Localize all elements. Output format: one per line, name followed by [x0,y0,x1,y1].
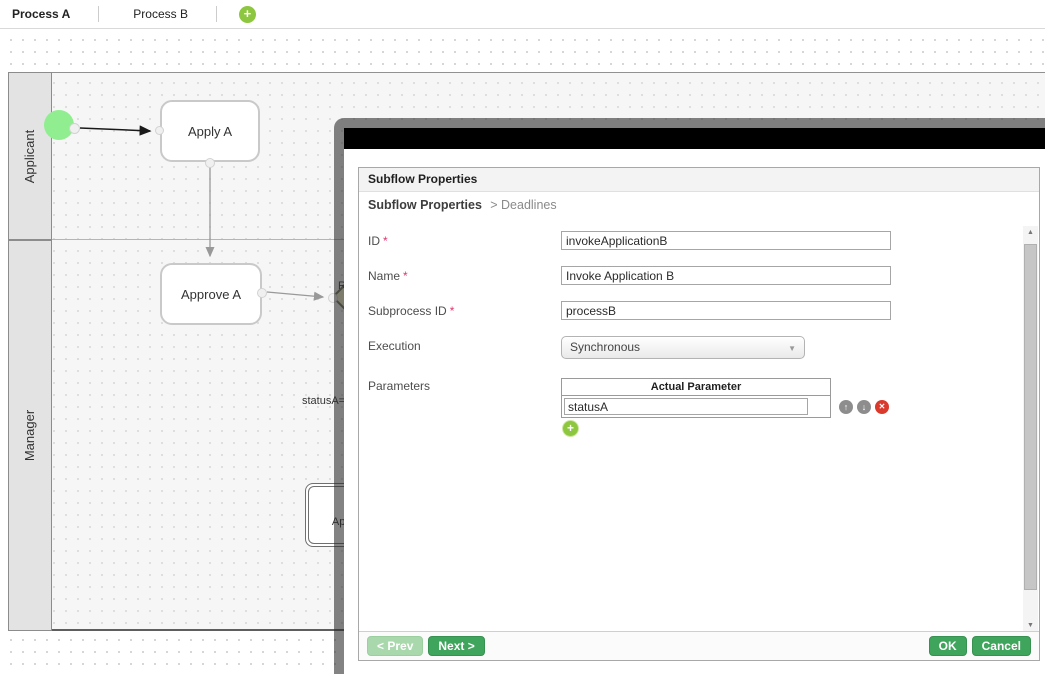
parameter-row-actions: ↑ ↓ ✕ [839,400,889,414]
connection-port[interactable] [205,158,215,168]
process-tab-bar: Process A Process B + [0,0,1045,29]
connection-port[interactable] [155,126,164,135]
add-process-button[interactable]: + [239,6,256,23]
prev-button[interactable]: < Prev [367,636,423,656]
execution-label: Execution [368,339,421,353]
ok-button[interactable]: OK [929,636,967,656]
parameters-table-header: Actual Parameter [562,379,830,396]
dropdown-arrow-icon: ▼ [788,338,796,359]
task-label: Approve A [181,287,241,302]
cancel-button[interactable]: Cancel [972,636,1031,656]
required-marker: * [450,304,455,318]
dialog-footer: < Prev Next > OK Cancel [359,631,1039,660]
required-marker: * [403,269,408,283]
move-up-icon[interactable]: ↑ [839,400,853,414]
task-label: Apply A [188,124,232,139]
parameter-row [562,396,830,417]
scroll-up-icon[interactable]: ▲ [1023,226,1038,240]
subflow-properties-panel: Subflow Properties Subflow Properties > … [358,167,1040,661]
delete-icon[interactable]: ✕ [875,400,889,414]
task-apply-a[interactable]: Apply A [160,100,260,162]
breadcrumb: Subflow Properties > Deadlines [359,192,1039,219]
lane-header-manager[interactable]: Manager [8,240,52,631]
tab-separator [98,6,99,22]
breadcrumb-current: Subflow Properties [368,198,482,212]
dialog-title-bar [344,128,1045,149]
required-marker: * [383,234,388,248]
scrollbar-thumb[interactable] [1024,244,1037,590]
lane-label: Applicant [23,129,38,182]
parameters-table: Actual Parameter [561,378,831,418]
panel-title: Subflow Properties [359,168,1039,192]
dialog-scrollbar[interactable]: ▲ ▼ [1023,226,1038,633]
id-label: ID* [368,234,388,248]
name-field[interactable] [561,266,891,285]
tab-process-a[interactable]: Process A [0,7,98,21]
move-down-icon[interactable]: ↓ [857,400,871,414]
add-parameter-button[interactable]: + [563,421,578,436]
connection-port[interactable] [257,288,267,298]
lane-label: Manager [23,410,38,461]
breadcrumb-next[interactable]: > Deadlines [490,198,556,212]
tab-separator [216,6,217,22]
name-label: Name* [368,269,408,283]
execution-select[interactable]: Synchronous ▼ [561,336,805,359]
parameter-value-field[interactable] [564,398,808,415]
task-approve-a[interactable]: Approve A [160,263,262,325]
next-button[interactable]: Next > [428,636,484,656]
lane-header-applicant[interactable]: Applicant [8,72,52,240]
subprocess-id-field[interactable] [561,301,891,320]
execution-selected-value: Synchronous [570,340,640,354]
footer-right-buttons: OK Cancel [924,636,1031,656]
subprocess-id-label: Subprocess ID* [368,304,454,318]
connection-port[interactable] [69,123,80,134]
tab-process-b[interactable]: Process B [121,7,216,21]
id-field[interactable] [561,231,891,250]
parameters-label: Parameters [368,379,430,393]
